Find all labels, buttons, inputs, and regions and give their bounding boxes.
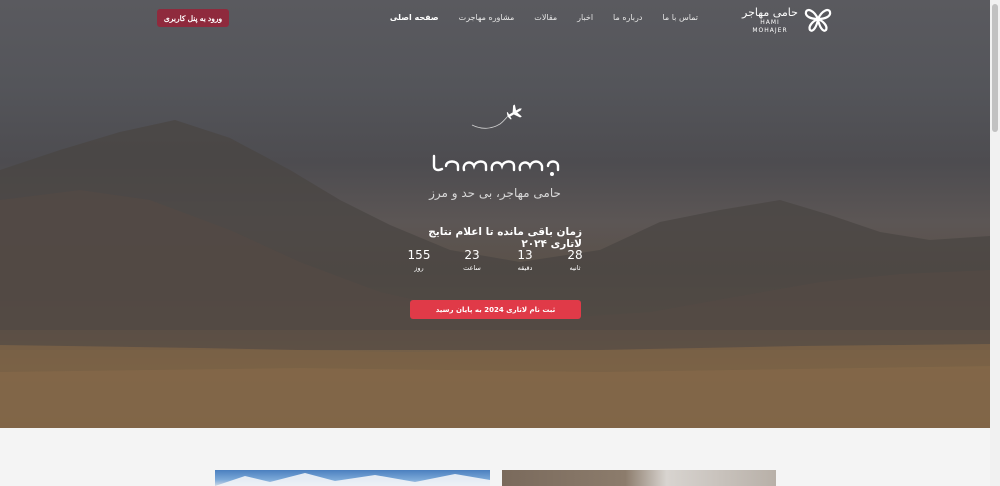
hero-section: حامی مهاجر HAMI MOHAJER صفحه اصلی مشاوره… (0, 0, 990, 428)
article-card-image[interactable] (215, 470, 490, 486)
countdown-minutes: 13 دقیقه (505, 248, 545, 273)
mountain-landscape-background (0, 120, 990, 428)
main-menu: صفحه اصلی مشاوره مهاجرت مقالات اخبار درب… (390, 13, 698, 22)
top-navigation: حامی مهاجر HAMI MOHAJER صفحه اصلی مشاوره… (0, 0, 990, 36)
menu-item-about[interactable]: درباره ما (613, 13, 642, 22)
airplane-icon (471, 104, 522, 129)
countdown-minutes-label: دقیقه (517, 264, 533, 272)
menu-item-home[interactable]: صفحه اصلی (390, 13, 439, 22)
countdown-days: 155 روز (399, 248, 439, 273)
login-button[interactable]: ورود به پنل کاربری (157, 9, 229, 27)
countdown-hours-label: ساعت (463, 264, 481, 272)
logo-text-fa: حامی مهاجر (742, 6, 798, 19)
brand-calligraphy-logo (432, 154, 560, 176)
countdown-seconds: 28 ثانیه (555, 248, 595, 273)
countdown-days-label: روز (414, 264, 424, 272)
countdown-minutes-value: 13 (517, 248, 533, 262)
countdown-title: زمان باقی مانده تا اعلام نتایج لاتاری ۲۰… (428, 226, 582, 250)
mountain-photo (215, 473, 490, 486)
countdown-hours-value: 23 (464, 248, 480, 262)
countdown-days-value: 155 (407, 248, 431, 262)
menu-item-contact[interactable]: تماس با ما (662, 13, 698, 22)
countdown-seconds-label: ثانیه (569, 264, 581, 272)
scrollbar-thumb[interactable] (992, 4, 998, 132)
countdown-seconds-value: 28 (567, 248, 583, 262)
countdown-hours: 23 ساعت (452, 248, 492, 273)
page-scrollbar[interactable] (990, 0, 1000, 486)
logo-text-en: HAMI MOHAJER (752, 19, 788, 34)
menu-item-news[interactable]: اخبار (577, 13, 593, 22)
menu-item-consulting[interactable]: مشاوره مهاجرت (459, 13, 515, 22)
menu-item-articles[interactable]: مقالات (534, 13, 557, 22)
article-card-image[interactable] (502, 470, 776, 486)
lottery-register-button[interactable]: ثبت نام لاتاری 2024 به پایان رسید (410, 300, 581, 319)
hero-tagline: حامی مهاجر، بی حد و مرز (429, 186, 561, 200)
logo-wordmark[interactable]: حامی مهاجر HAMI MOHAJER (742, 6, 798, 35)
